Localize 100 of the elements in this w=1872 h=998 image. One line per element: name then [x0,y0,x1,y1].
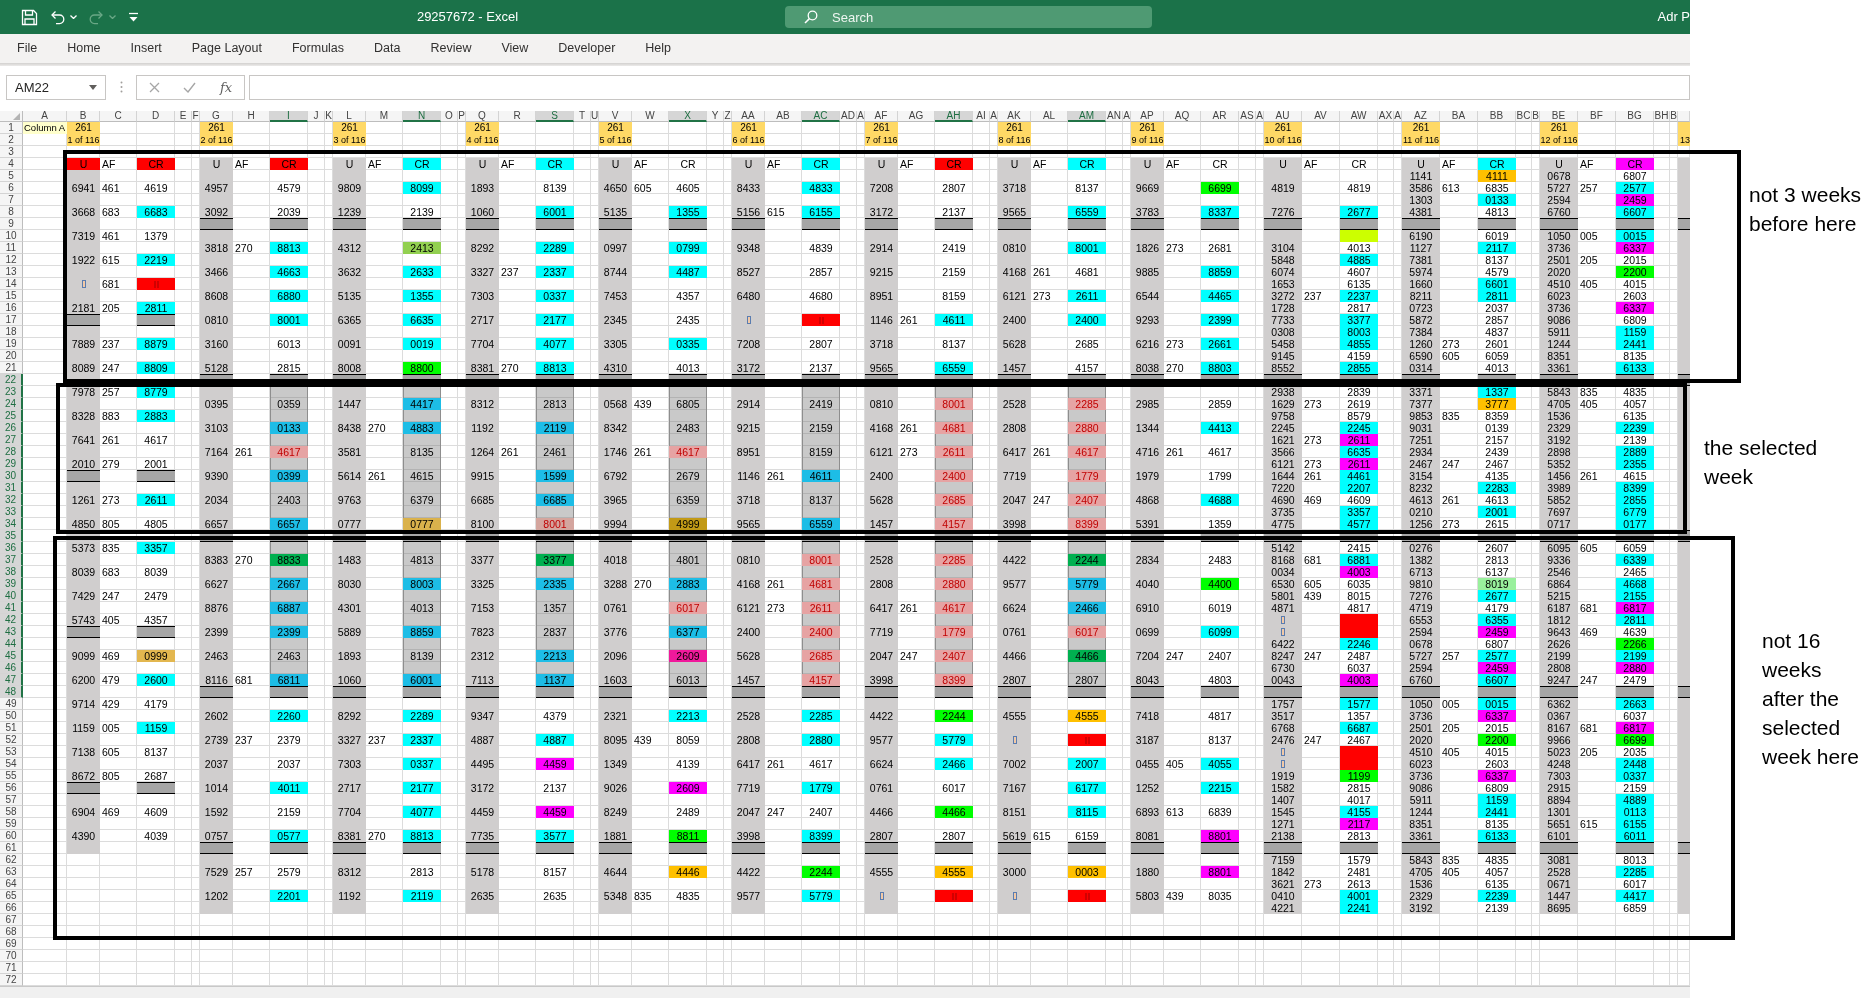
column-header[interactable]: R [499,111,536,122]
row-header[interactable]: 13 [0,266,23,278]
ribbon-tab[interactable]: Developer [558,34,616,63]
row-header[interactable]: 4 [0,158,23,170]
dropdown-icon[interactable] [128,11,139,23]
row-header[interactable]: 65 [0,890,23,902]
column-header[interactable]: BF [1578,111,1616,122]
ribbon-tab[interactable]: Data [374,34,401,63]
save-icon[interactable] [21,8,38,26]
row-header[interactable]: 23 [0,386,23,398]
column-header[interactable]: V [599,111,632,122]
column-header[interactable]: AH [935,111,973,122]
row-header[interactable]: 20 [0,350,23,362]
row-header[interactable]: 66 [0,902,23,914]
row-header[interactable]: 49 [0,698,23,710]
row-header[interactable]: 61 [0,842,23,854]
column-header[interactable]: C [100,111,137,122]
ribbon-tab[interactable]: Page Layout [191,34,262,63]
row-header[interactable]: 5 [0,170,23,182]
insert-function-button[interactable]: fx [220,79,233,96]
column-header[interactable]: AR [1201,111,1239,122]
column-header[interactable]: AC [802,111,840,122]
row-header[interactable]: 44 [0,638,23,650]
column-header[interactable]: T [574,111,591,122]
row-header[interactable]: 6 [0,182,23,194]
column-header[interactable]: AM [1068,111,1106,122]
caret-icon[interactable] [89,85,97,90]
row-header[interactable]: 24 [0,398,23,410]
column-header[interactable]: BC [1516,111,1532,122]
column-header[interactable]: AW [1340,111,1378,122]
row-header[interactable]: 14 [0,278,23,290]
row-header[interactable]: 55 [0,770,23,782]
ribbon-tab[interactable]: Insert [130,34,162,63]
row-header[interactable]: 54 [0,758,23,770]
column-header[interactable]: AB [765,111,802,122]
column-header[interactable]: D [137,111,175,122]
column-header[interactable]: J [308,111,325,122]
row-header[interactable]: 9 [0,218,23,230]
row-header[interactable]: 41 [0,602,23,614]
row-header[interactable]: 8 [0,206,23,218]
row-header[interactable]: 22 [0,374,23,386]
row-header[interactable]: 48 [0,686,23,698]
row-header[interactable]: 16 [0,302,23,314]
row-header[interactable]: 52 [0,734,23,746]
row-header[interactable]: 12 [0,254,23,266]
row-header[interactable]: 1 [0,122,23,134]
row-header[interactable]: 72 [0,974,23,986]
row-header[interactable]: 28 [0,446,23,458]
column-header[interactable]: BG [1616,111,1654,122]
column-header[interactable]: AX [1378,111,1394,122]
row-header[interactable]: 60 [0,830,23,842]
ribbon-tab[interactable]: Formulas [291,34,345,63]
row-header[interactable]: 43 [0,626,23,638]
ribbon-tab[interactable]: Review [430,34,472,63]
row-header[interactable]: 53 [0,746,23,758]
column-header[interactable] [1678,111,1690,122]
undo-icon[interactable] [50,9,65,25]
column-header[interactable]: L [333,111,366,122]
column-header[interactable]: AG [898,111,935,122]
row-header[interactable]: 35 [0,530,23,542]
ribbon-tab[interactable]: Home [67,34,101,63]
row-header[interactable]: 58 [0,806,23,818]
ribbon-tab[interactable]: Help [645,34,672,63]
row-header[interactable]: 71 [0,962,23,974]
row-header[interactable]: 56 [0,782,23,794]
row-header[interactable]: 70 [0,950,23,962]
column-header[interactable]: BB [1478,111,1516,122]
column-header[interactable]: AQ [1164,111,1201,122]
row-header[interactable]: 50 [0,710,23,722]
column-header[interactable]: H [233,111,270,122]
column-header[interactable]: AV [1302,111,1340,122]
row-header[interactable]: 34 [0,518,23,530]
column-header[interactable]: N [403,111,441,122]
row-header[interactable]: 7 [0,194,23,206]
search-field[interactable]: Search [785,6,1152,28]
select-all-button[interactable] [0,111,23,122]
column-header[interactable]: BA [1440,111,1478,122]
name-box[interactable]: AM22 [6,75,106,100]
column-header[interactable]: M [366,111,403,122]
row-header[interactable]: 67 [0,914,23,926]
row-header[interactable]: 38 [0,566,23,578]
column-header[interactable]: X [669,111,707,122]
row-header[interactable]: 29 [0,458,23,470]
column-header[interactable]: AD [840,111,857,122]
row-header[interactable]: 40 [0,590,23,602]
column-header[interactable]: A [23,111,67,122]
row-header[interactable]: 33 [0,506,23,518]
row-header[interactable]: 17 [0,314,23,326]
column-header[interactable]: Y [707,111,724,122]
row-header[interactable]: 69 [0,938,23,950]
row-header[interactable]: 31 [0,482,23,494]
ribbon-tab[interactable]: View [501,34,529,63]
ribbon-tab[interactable]: File [17,34,38,63]
row-header[interactable]: 10 [0,230,23,242]
column-header[interactable]: W [632,111,669,122]
column-header[interactable]: E [175,111,192,122]
row-header[interactable]: 30 [0,470,23,482]
row-header[interactable]: 37 [0,554,23,566]
row-header[interactable]: 18 [0,326,23,338]
row-header[interactable]: 45 [0,650,23,662]
